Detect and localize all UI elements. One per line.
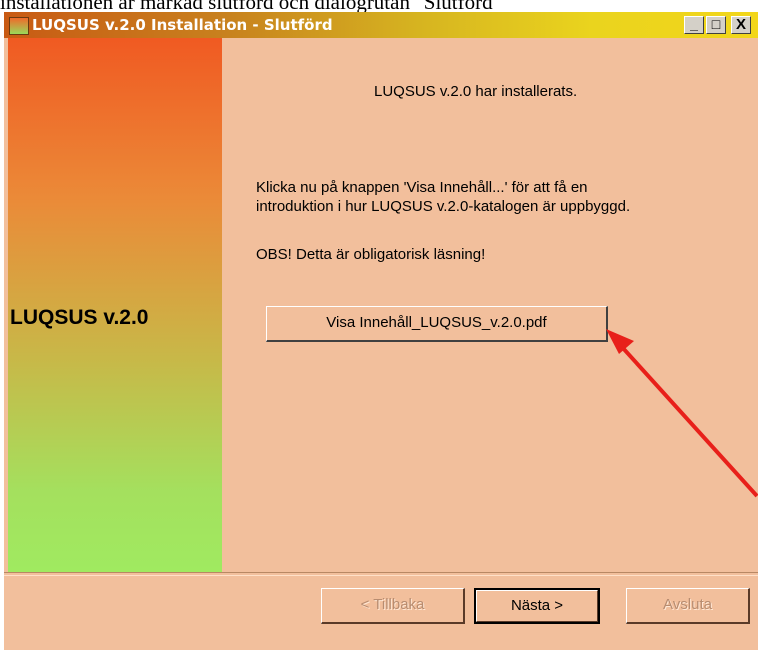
- window-title: LUQSUS v.2.0 Installation - Slutförd: [32, 16, 333, 34]
- intro-line-2: introduktion i hur LUQSUS v.2.0-kataloge…: [256, 198, 631, 215]
- sidebar-banner: LUQSUS v.2.0: [8, 38, 222, 572]
- next-button[interactable]: Nästa >: [474, 588, 600, 624]
- sidebar-product-name: LUQSUS v.2.0: [10, 306, 149, 329]
- intro-line-1: Klicka nu på knappen 'Visa Innehåll...' …: [256, 179, 588, 196]
- title-bar[interactable]: LUQSUS v.2.0 Installation - Slutförd _ □…: [4, 12, 758, 38]
- view-contents-pdf-button[interactable]: Visa Innehåll_LUQSUS_v.2.0.pdf: [266, 306, 608, 342]
- maximize-button[interactable]: □: [706, 16, 726, 34]
- exit-button[interactable]: Avsluta: [626, 588, 750, 624]
- minimize-button[interactable]: _: [684, 16, 704, 34]
- footer-separator: [4, 572, 758, 576]
- obs-note: OBS! Detta är obligatorisk läsning!: [256, 246, 486, 263]
- back-button[interactable]: < Tillbaka: [321, 588, 465, 624]
- installer-window: LUQSUS v.2.0 Installation - Slutförd _ □…: [4, 12, 758, 650]
- next-button-label: Nästa >: [510, 597, 564, 614]
- success-message: LUQSUS v.2.0 har installerats.: [374, 83, 578, 100]
- close-button[interactable]: X: [731, 16, 751, 34]
- app-icon: [9, 17, 29, 35]
